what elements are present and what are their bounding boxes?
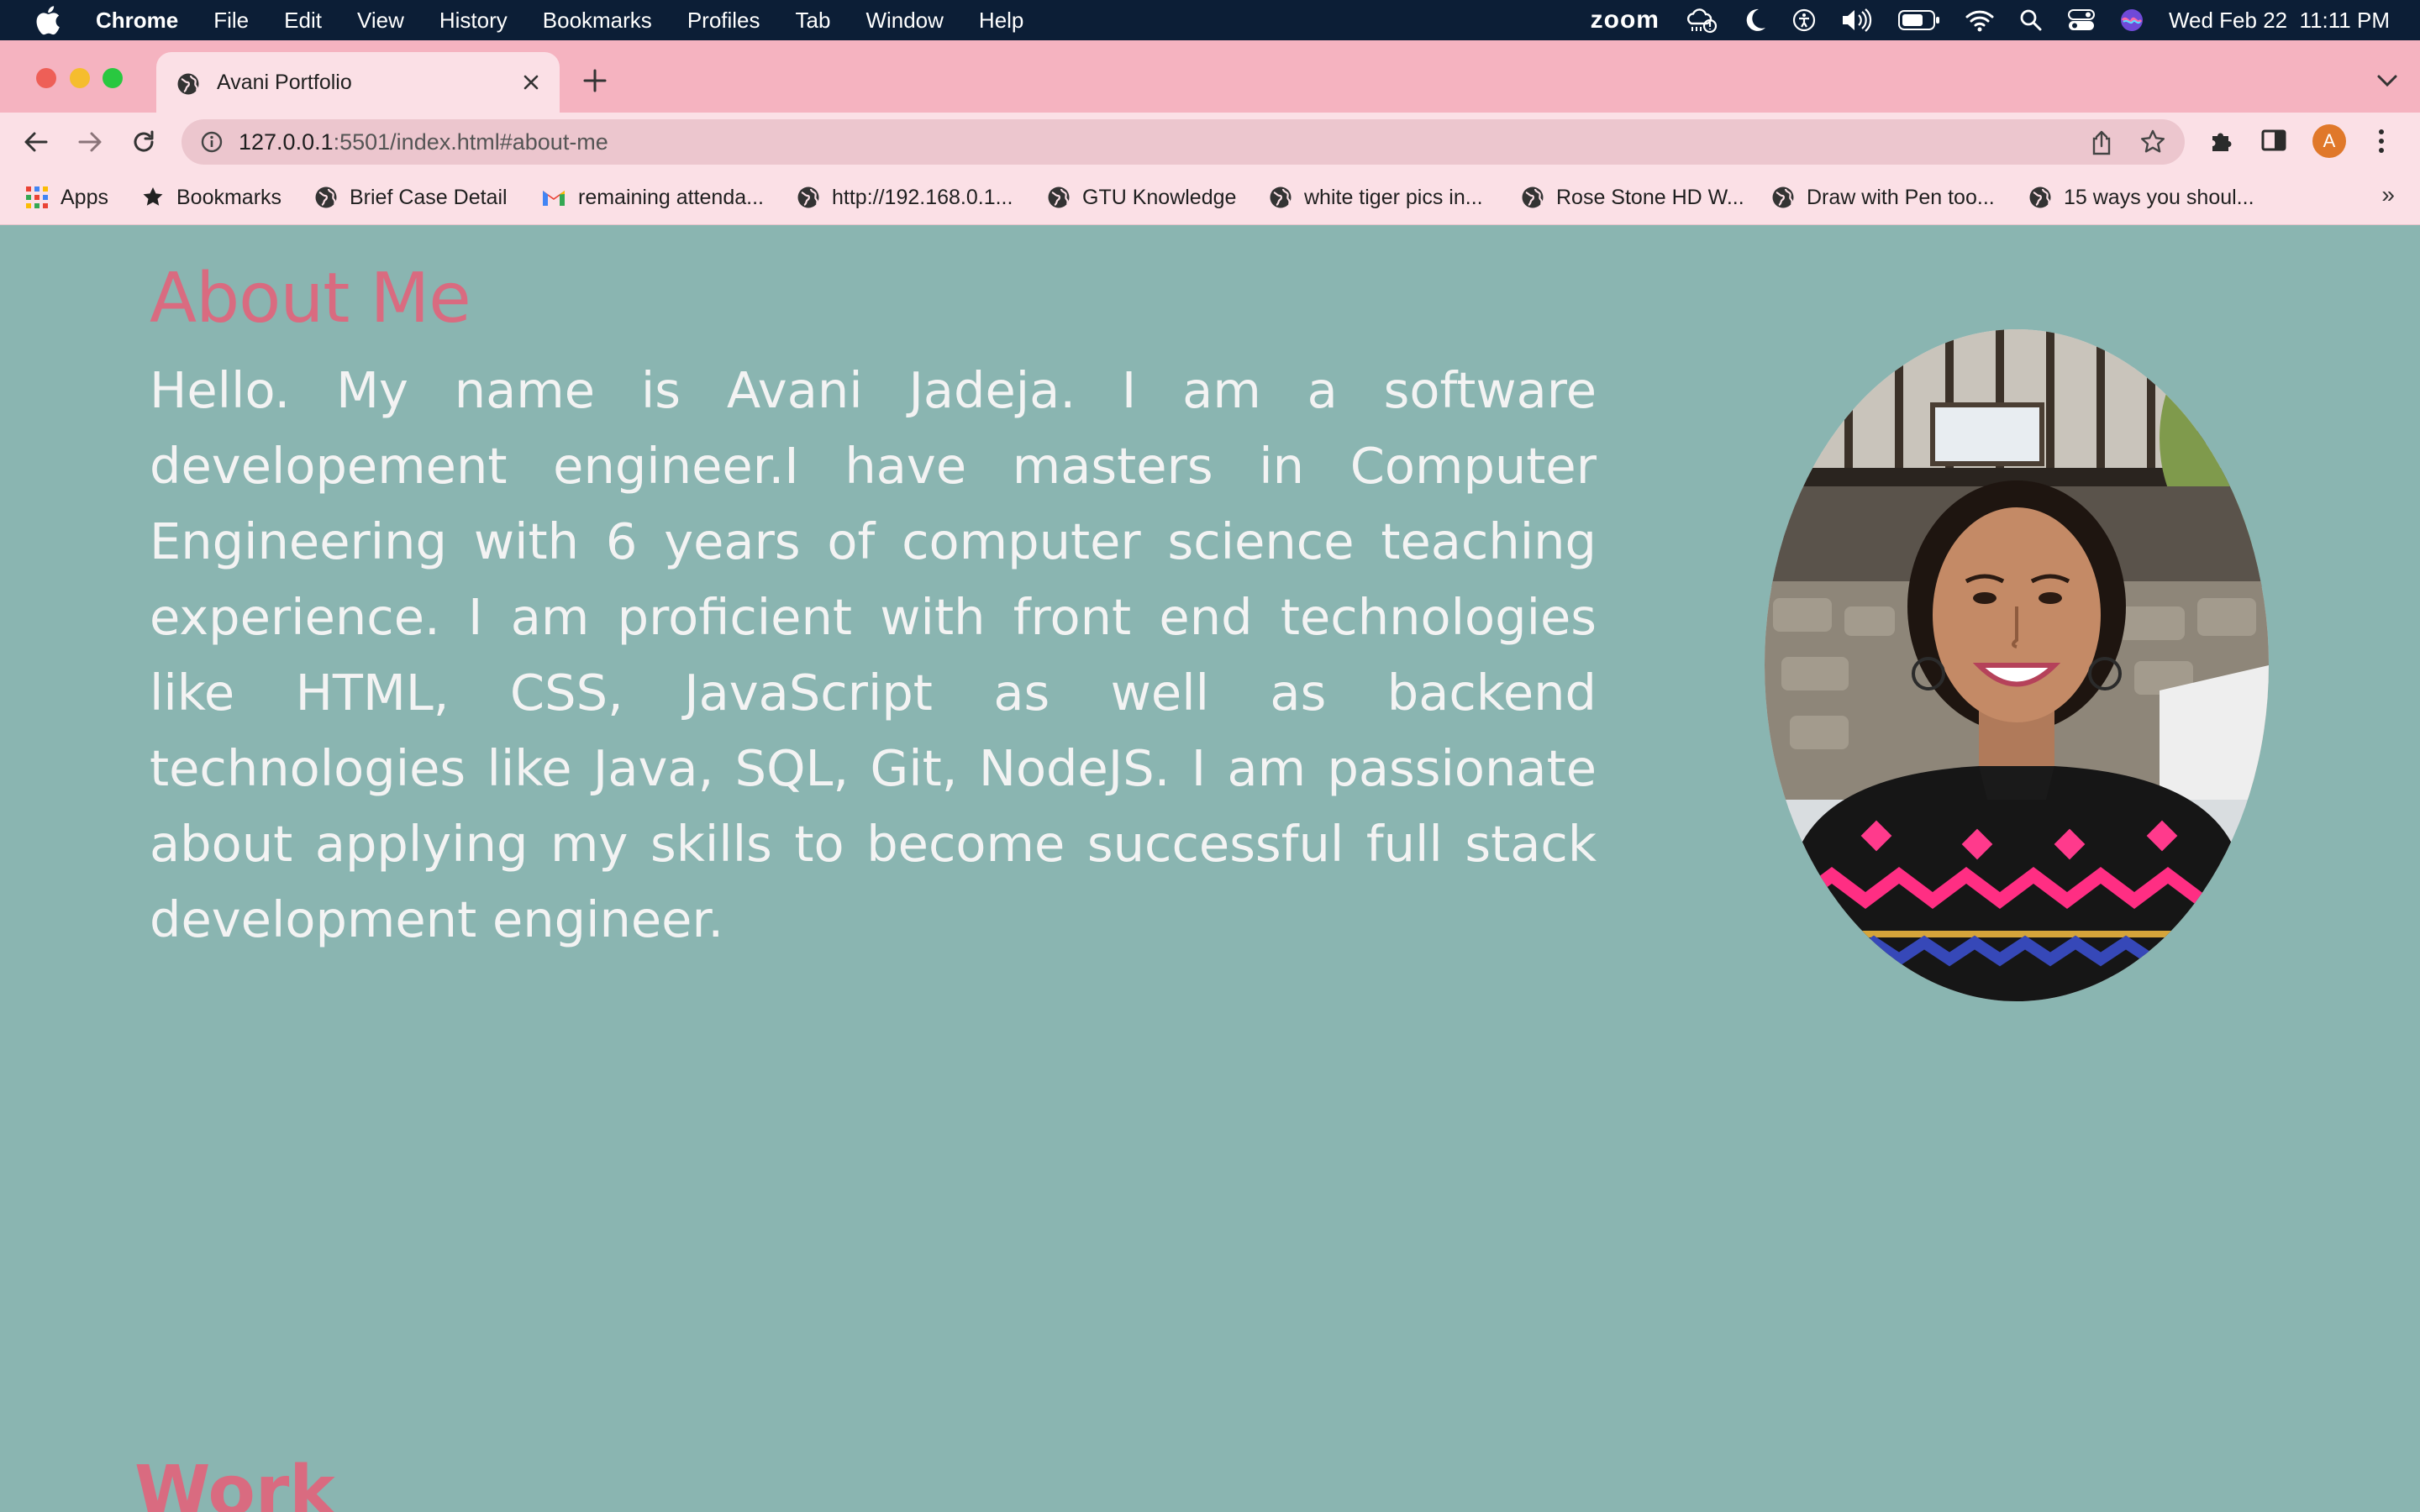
menu-view[interactable]: View: [357, 8, 404, 34]
bookmark-brief-case-detail[interactable]: Brief Case Detail: [314, 183, 508, 212]
moon-icon[interactable]: [1744, 8, 1767, 33]
menu-app-name[interactable]: Chrome: [96, 8, 178, 34]
window-zoom-button[interactable]: [103, 68, 123, 88]
weather-icon[interactable]: [1685, 7, 1718, 34]
page-content: About Me Hello. My name is Avani Jadeja.…: [0, 225, 2420, 1512]
bookmark-label: http://192.168.0.1...: [832, 185, 1013, 209]
globe-icon: [1270, 186, 1292, 208]
menu-tab[interactable]: Tab: [796, 8, 831, 34]
globe-icon: [2029, 186, 2051, 208]
url-text[interactable]: 127.0.0.1:5501/index.html#about-me: [239, 129, 608, 155]
bookmark-label: white tiger pics in...: [1304, 185, 1483, 209]
bookmark-local-ip[interactable]: http://192.168.0.1...: [797, 183, 1013, 212]
menu-edit[interactable]: Edit: [284, 8, 322, 34]
bookmark-bookmarks[interactable]: Bookmarks: [141, 183, 281, 212]
bookmark-label: Bookmarks: [176, 185, 282, 209]
bookmark-label: 15 ways you shoul...: [2064, 185, 2254, 209]
address-bar[interactable]: 127.0.0.1:5501/index.html#about-me: [182, 119, 2185, 165]
bookmark-gtu-knowledge[interactable]: GTU Knowledge: [1047, 183, 1236, 212]
chevron-down-icon[interactable]: [2376, 72, 2398, 89]
bookmark-15-ways[interactable]: 15 ways you shoul...: [2028, 183, 2254, 212]
url-path: :5501/index.html#about-me: [333, 129, 608, 155]
bookmark-rose-stone[interactable]: Rose Stone HD W...: [1521, 183, 1744, 212]
bookmark-star-icon[interactable]: [2139, 129, 2166, 155]
bookmark-remaining-attendance[interactable]: remaining attenda...: [541, 183, 764, 212]
battery-icon[interactable]: [1897, 9, 1940, 31]
accessibility-icon[interactable]: [1792, 8, 1816, 32]
window-minimize-button[interactable]: [70, 68, 90, 88]
bookmark-label: Draw with Pen too...: [1807, 185, 1995, 209]
bookmarks-overflow-button[interactable]: »: [2381, 181, 2395, 208]
menubar-clock[interactable]: Wed Feb 22 11:11 PM: [2169, 8, 2390, 34]
siri-icon[interactable]: [2120, 8, 2144, 32]
close-icon[interactable]: [519, 71, 543, 94]
bookmark-label: Rose Stone HD W...: [1556, 185, 1744, 209]
control-center-icon[interactable]: [2067, 8, 2095, 32]
globe-icon: [1048, 186, 1070, 208]
info-icon[interactable]: [200, 130, 224, 154]
bookmark-label: remaining attenda...: [578, 185, 764, 209]
bookmark-label: GTU Knowledge: [1082, 185, 1237, 209]
profile-avatar[interactable]: A: [2312, 124, 2346, 158]
work-heading: Work: [134, 1452, 335, 1512]
bookmark-white-tiger[interactable]: white tiger pics in...: [1269, 183, 1483, 212]
about-me-heading: About Me: [150, 259, 471, 339]
menu-bar: Chrome File Edit View History Bookmarks …: [0, 0, 2420, 40]
browser-toolbar: 127.0.0.1:5501/index.html#about-me A: [0, 113, 2420, 170]
globe-icon: [315, 186, 337, 208]
bookmarks-bar: Apps Bookmarks Brief Case Detail remaini…: [0, 170, 2420, 225]
url-host: 127.0.0.1: [239, 129, 334, 155]
globe-icon: [797, 186, 819, 208]
window-close-button[interactable]: [36, 68, 56, 88]
portrait-illustration: [1765, 329, 2269, 1001]
globe-icon: [1522, 186, 1544, 208]
side-panel-icon[interactable]: [2260, 127, 2287, 154]
bookmark-apps[interactable]: Apps: [25, 183, 108, 212]
tab-title: Avani Portfolio: [217, 71, 352, 94]
globe-icon: [177, 73, 199, 95]
menu-help[interactable]: Help: [979, 8, 1023, 34]
menu-profiles[interactable]: Profiles: [687, 8, 760, 34]
wifi-icon[interactable]: [1965, 8, 1994, 32]
star-icon: [143, 187, 163, 206]
menu-file[interactable]: File: [213, 8, 249, 34]
tab-avani-portfolio[interactable]: Avani Portfolio: [156, 52, 560, 113]
globe-icon: [1772, 186, 1794, 208]
bookmark-apps-label: Apps: [60, 185, 108, 209]
zoom-status-item[interactable]: zoom: [1591, 6, 1660, 34]
share-icon[interactable]: [2089, 129, 2114, 156]
apps-grid-icon: [26, 186, 48, 208]
menu-history[interactable]: History: [439, 8, 508, 34]
forward-arrow-icon[interactable]: [76, 128, 104, 156]
menu-window[interactable]: Window: [865, 8, 943, 34]
volume-icon[interactable]: [1841, 8, 1873, 33]
bookmark-label: Brief Case Detail: [350, 185, 508, 209]
extensions-puzzle-icon[interactable]: [2208, 127, 2235, 154]
gmail-icon: [543, 191, 565, 206]
menu-bookmarks[interactable]: Bookmarks: [543, 8, 652, 34]
apple-icon[interactable]: [35, 5, 60, 35]
profile-photo: [1765, 329, 2269, 1001]
more-vertical-icon[interactable]: [2371, 127, 2391, 155]
reload-icon[interactable]: [129, 128, 158, 156]
spotlight-search-icon[interactable]: [2019, 8, 2043, 32]
tab-strip: Avani Portfolio: [0, 40, 2420, 113]
back-arrow-icon[interactable]: [22, 128, 50, 156]
bookmark-draw-with-pen[interactable]: Draw with Pen too...: [1771, 183, 1995, 212]
new-tab-button[interactable]: [581, 67, 608, 94]
about-me-paragraph: Hello. My name is Avani Jadeja. I am a s…: [150, 361, 1597, 948]
